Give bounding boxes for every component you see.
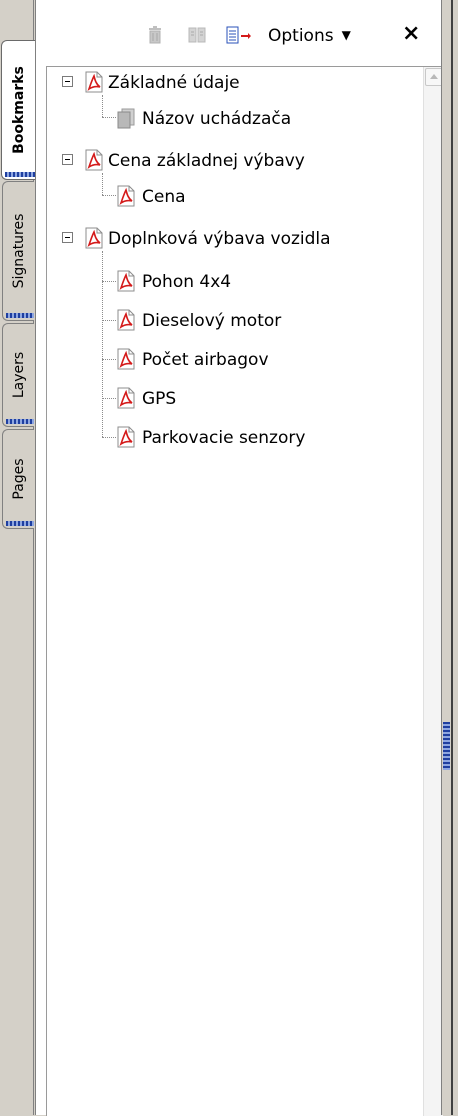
tab-bookmarks[interactable]: Bookmarks <box>1 40 35 180</box>
pdf-bookmark-icon <box>117 185 135 207</box>
collapse-toggle[interactable] <box>62 76 73 87</box>
bookmark-from-page-icon[interactable] <box>188 26 206 44</box>
tab-bookmarks-label: Bookmarks <box>10 66 27 154</box>
collapse-toggle[interactable] <box>62 232 73 243</box>
tab-grip <box>6 419 34 424</box>
bookmarks-toolbar: Options ▼ × <box>36 0 442 66</box>
vertical-scrollbar[interactable] <box>423 67 443 1116</box>
tree-item-label: Názov uchádzača <box>142 109 292 129</box>
tree-item-label: Dieselový motor <box>142 311 282 331</box>
tab-grip <box>6 313 34 318</box>
tab-layers-label: Layers <box>10 351 27 399</box>
pdf-bookmark-icon <box>117 348 135 370</box>
collapse-toggle[interactable] <box>62 154 73 165</box>
tab-grip <box>6 521 34 526</box>
pdf-bookmark-icon <box>117 270 135 292</box>
pdf-bookmark-icon <box>117 387 135 409</box>
pdf-bookmark-icon <box>85 71 103 93</box>
tree-item-label: Parkovacie senzory <box>142 428 306 448</box>
pdf-bookmark-icon <box>117 309 135 331</box>
tree-item-label: Počet airbagov <box>142 350 269 370</box>
navigation-tab-strip: Bookmarks Signatures Layers Pages <box>0 0 36 1115</box>
pdf-bookmark-icon <box>85 149 103 171</box>
pdf-bookmark-icon <box>85 227 103 249</box>
close-panel-button[interactable]: × <box>402 21 420 47</box>
options-menu-button[interactable]: Options ▼ <box>268 22 351 48</box>
tree-item-label: GPS <box>142 389 177 409</box>
tree-item-label: Cena základnej výbavy <box>108 151 305 171</box>
options-label: Options <box>268 26 334 46</box>
panel-splitter[interactable] <box>441 0 458 1115</box>
tree-item-label: Pohon 4x4 <box>142 272 232 292</box>
delete-icon[interactable] <box>146 26 164 44</box>
chevron-down-icon: ▼ <box>341 28 351 42</box>
tab-layers[interactable]: Layers <box>2 323 34 427</box>
bookmarks-panel: Options ▼ × Základné údaje Názov uchádza… <box>35 0 443 1116</box>
new-bookmark-icon[interactable] <box>226 26 252 44</box>
pdf-bookmark-icon <box>117 426 135 448</box>
tree-item-label: Základné údaje <box>108 73 240 93</box>
tab-pages[interactable]: Pages <box>2 429 34 529</box>
splitter-grip-handle[interactable] <box>443 722 450 770</box>
tree-item-label: Doplnková výbava vozidla <box>108 229 331 249</box>
tab-grip <box>5 172 35 177</box>
bookmark-tree: Základné údaje Názov uchádzača Cena zákl… <box>46 66 443 1116</box>
tab-signatures[interactable]: Signatures <box>2 181 34 321</box>
tab-signatures-label: Signatures <box>10 213 27 289</box>
tab-pages-label: Pages <box>10 458 27 500</box>
grey-bookmark-icon <box>117 108 135 129</box>
tree-item-label: Cena <box>142 187 186 207</box>
